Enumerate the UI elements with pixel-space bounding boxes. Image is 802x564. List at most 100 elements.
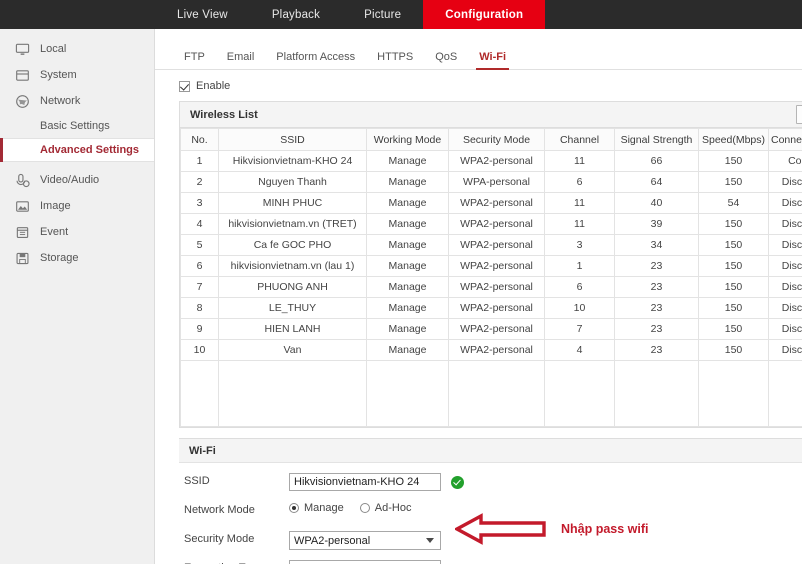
cell-security-mode: WPA-personal xyxy=(448,171,545,193)
table-row[interactable]: 5 Ca fe GOC PHO Manage WPA2-personal 3 3… xyxy=(180,234,802,256)
cell-speed: 150 xyxy=(698,213,769,235)
col-speed: Speed(Mbps) xyxy=(698,128,769,151)
table-row[interactable]: 2 Nguyen Thanh Manage WPA-personal 6 64 … xyxy=(180,171,802,193)
cell-working-mode: Manage xyxy=(366,276,449,298)
body-split: Local System Network Basic Settings Adva… xyxy=(0,29,802,564)
ssid-row: SSID Hikvisionvietnam-KHO 24 xyxy=(179,473,802,494)
tab-ftp[interactable]: FTP xyxy=(173,51,216,69)
search-button[interactable]: Search xyxy=(795,105,802,124)
cell-working-mode: Manage xyxy=(366,339,449,361)
cell-no: 5 xyxy=(180,234,219,256)
cell-channel: 1 xyxy=(544,255,615,277)
table-row[interactable]: 6 hikvisionvietnam.vn (lau 1) Manage WPA… xyxy=(180,255,802,277)
sidebar: Local System Network Basic Settings Adva… xyxy=(0,29,155,564)
cell-ssid: hikvisionvietnam.vn (TRET) xyxy=(218,213,367,235)
cell-no: 10 xyxy=(180,339,219,361)
cell-no: 3 xyxy=(180,192,219,214)
tab-email[interactable]: Email xyxy=(216,51,266,69)
topnav-item-live-view[interactable]: Live View xyxy=(155,0,250,29)
wireless-list-title: Wireless List xyxy=(190,108,258,121)
sidebar-item-event[interactable]: Event xyxy=(0,219,154,245)
cell-security-mode: WPA2-personal xyxy=(448,150,545,172)
sidebar-item-image[interactable]: Image xyxy=(0,193,154,219)
cell-ssid: LE_THUY xyxy=(218,297,367,319)
sidebar-item-network[interactable]: Network xyxy=(0,88,154,114)
security-mode-select[interactable]: WPA2-personal xyxy=(289,531,441,550)
cell-signal: 66 xyxy=(614,150,699,172)
cell-signal: 40 xyxy=(614,192,699,214)
cell-no: 1 xyxy=(180,150,219,172)
tab-platform-access[interactable]: Platform Access xyxy=(265,51,366,69)
table-row[interactable]: 7 PHUONG ANH Manage WPA2-personal 6 23 1… xyxy=(180,276,802,298)
tab-https[interactable]: HTTPS xyxy=(366,51,424,69)
table-empty-row xyxy=(180,360,802,427)
tab-wifi[interactable]: Wi-Fi xyxy=(468,51,517,70)
security-mode-row: Security Mode WPA2-personal xyxy=(179,531,802,552)
encryption-type-control: TKIP xyxy=(289,560,441,564)
cell-status: Disconnected xyxy=(768,318,802,340)
check-circle-icon xyxy=(451,475,464,489)
calendar-icon xyxy=(14,224,31,241)
sidebar-item-video-audio[interactable]: Video/Audio xyxy=(0,167,154,193)
radio-manage[interactable]: Manage xyxy=(289,502,344,514)
tab-qos[interactable]: QoS xyxy=(424,51,468,69)
ssid-control: Hikvisionvietnam-KHO 24 xyxy=(289,473,464,491)
cell-status: Disconnected xyxy=(768,192,802,214)
cell-speed: 150 xyxy=(698,255,769,277)
cell-security-mode: WPA2-personal xyxy=(448,213,545,235)
sidebar-item-event-label: Event xyxy=(40,226,69,238)
topnav-item-playback[interactable]: Playback xyxy=(250,0,342,29)
col-ssid: SSID xyxy=(218,128,367,151)
sidebar-item-local-label: Local xyxy=(40,43,67,55)
cell-signal: 23 xyxy=(614,255,699,277)
radio-adhoc-icon[interactable] xyxy=(359,503,370,513)
sidebar-item-local[interactable]: Local xyxy=(0,36,154,62)
cell-signal: 23 xyxy=(614,276,699,298)
cell-no: 6 xyxy=(180,255,219,277)
sidebar-item-storage-label: Storage xyxy=(40,252,79,264)
col-channel: Channel xyxy=(544,128,615,151)
cell-signal: 23 xyxy=(614,339,699,361)
table-header-row: No. SSID Working Mode Security Mode Chan… xyxy=(180,128,802,151)
topnav-item-configuration[interactable]: Configuration xyxy=(423,0,546,29)
cell-no: 7 xyxy=(180,276,219,298)
cell-signal: 39 xyxy=(614,213,699,235)
table-row[interactable]: 4 hikvisionvietnam.vn (TRET) Manage WPA2… xyxy=(180,213,802,235)
table-row[interactable]: 3 MINH PHUC Manage WPA2-personal 11 40 5… xyxy=(180,192,802,214)
table-row[interactable]: 9 HIEN LANH Manage WPA2-personal 7 23 15… xyxy=(180,318,802,340)
cell-working-mode: Manage xyxy=(366,297,449,319)
cell-speed: 150 xyxy=(698,171,769,193)
cell-channel: 4 xyxy=(544,339,615,361)
radio-manage-icon[interactable] xyxy=(289,503,299,513)
wireless-list-header: Wireless List Search xyxy=(180,102,802,128)
radio-adhoc[interactable]: Ad-Hoc xyxy=(359,502,412,514)
cell-working-mode: Manage xyxy=(366,318,449,340)
sidebar-item-basic-settings[interactable]: Basic Settings xyxy=(0,114,154,138)
table-row[interactable]: 8 LE_THUY Manage WPA2-personal 10 23 150… xyxy=(180,297,802,319)
table-row[interactable]: 10 Van Manage WPA2-personal 4 23 150 Dis… xyxy=(180,339,802,361)
enable-checkbox[interactable] xyxy=(179,80,190,92)
cell-status: Disconnected xyxy=(768,276,802,298)
cell-ssid: Hikvisionvietnam-KHO 24 xyxy=(218,150,367,172)
table-row[interactable]: 1 Hikvisionvietnam-KHO 24 Manage WPA2-pe… xyxy=(180,150,802,172)
cell-working-mode: Manage xyxy=(366,255,449,277)
sidebar-item-advanced-settings[interactable]: Advanced Settings xyxy=(0,138,154,162)
cell-speed: 150 xyxy=(698,234,769,256)
radio-adhoc-label: Ad-Hoc xyxy=(374,502,412,514)
cell-status: Disconnected xyxy=(768,339,802,361)
cell-status: Connected xyxy=(768,150,802,172)
cell-channel: 11 xyxy=(544,150,615,172)
topnav-item-picture[interactable]: Picture xyxy=(342,0,423,29)
enable-row[interactable]: Enable xyxy=(179,80,802,92)
cell-signal: 64 xyxy=(614,171,699,193)
sidebar-item-basic-settings-label: Basic Settings xyxy=(40,120,110,132)
encryption-type-select[interactable]: TKIP xyxy=(289,560,441,564)
sidebar-item-system[interactable]: System xyxy=(0,62,154,88)
cell-security-mode: WPA2-personal xyxy=(448,255,545,277)
cell-channel: 6 xyxy=(544,276,615,298)
cell-ssid: Ca fe GOC PHO xyxy=(218,234,367,256)
cell-channel: 7 xyxy=(544,318,615,340)
sidebar-item-network-label: Network xyxy=(40,95,81,107)
sidebar-item-storage[interactable]: Storage xyxy=(0,245,154,271)
ssid-input[interactable]: Hikvisionvietnam-KHO 24 xyxy=(289,473,441,491)
